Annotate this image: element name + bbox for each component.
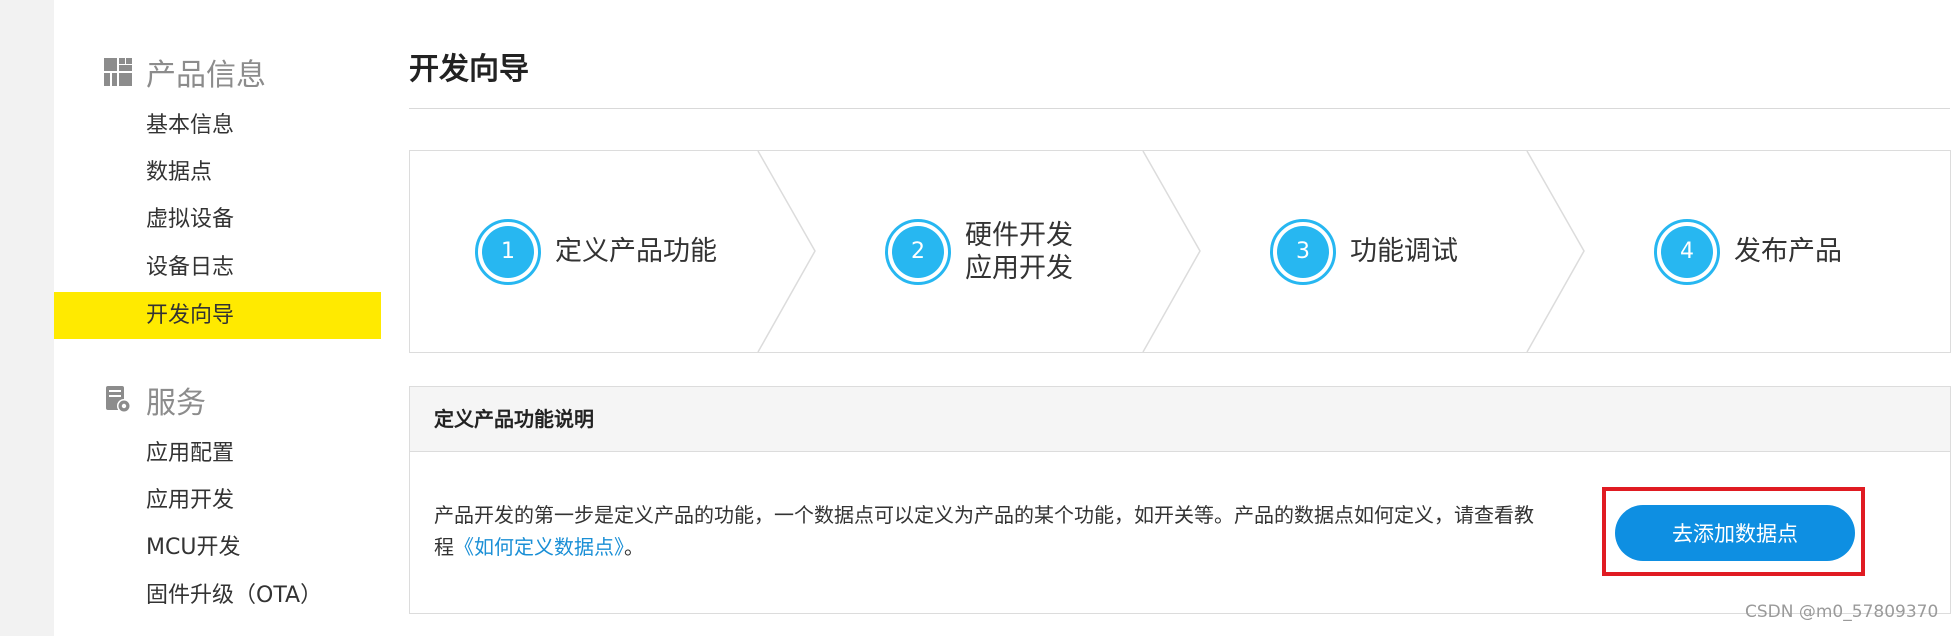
sidebar-item-ota[interactable]: 固件升级（OTA） xyxy=(54,572,381,619)
add-data-point-button[interactable]: 去添加数据点 xyxy=(1615,505,1855,561)
step-3[interactable]: 3 功能调试 xyxy=(1270,151,1458,352)
tutorial-link[interactable]: 《如何定义数据点》 xyxy=(454,535,624,559)
sidebar-item-app-dev[interactable]: 应用开发 xyxy=(54,477,381,524)
step-number-badge: 4 xyxy=(1654,218,1720,285)
step-label: 功能调试 xyxy=(1350,236,1458,267)
step-number-badge: 3 xyxy=(1270,218,1336,285)
step-label: 发布产品 xyxy=(1734,236,1842,267)
panel-description: 产品开发的第一步是定义产品的功能，一个数据点可以定义为产品的某个功能，如开关等。… xyxy=(434,503,1534,559)
step-label: 定义产品功能 xyxy=(555,236,717,267)
step-2[interactable]: 2 硬件开发 应用开发 xyxy=(885,151,1073,352)
step-label: 硬件开发 应用开发 xyxy=(965,219,1073,284)
step-number-badge: 1 xyxy=(475,218,541,285)
sidebar-item-virtual-device[interactable]: 虚拟设备 xyxy=(54,196,381,243)
step-4[interactable]: 4 发布产品 xyxy=(1654,151,1842,352)
sidebar: 产品信息 基本信息 数据点 虚拟设备 设备日志 开发向导 服务 应用配置 应用开… xyxy=(54,0,382,636)
section-title-label: 产品信息 xyxy=(146,58,266,93)
sidebar-item-data-points[interactable]: 数据点 xyxy=(54,149,381,196)
step-number-badge: 2 xyxy=(885,218,951,285)
divider xyxy=(409,108,1950,109)
dashboard-icon xyxy=(104,58,132,86)
sidebar-item-dev-guide[interactable]: 开发向导 xyxy=(54,292,381,339)
panel-title: 定义产品功能说明 xyxy=(410,387,1950,452)
section-title-label: 服务 xyxy=(146,386,206,421)
section-services: 服务 xyxy=(104,378,206,422)
section-product-info: 产品信息 xyxy=(104,50,266,94)
watermark: CSDN @m0_57809370 xyxy=(1745,602,1939,622)
sidebar-item-device-log[interactable]: 设备日志 xyxy=(54,244,381,291)
sidebar-item-basic-info[interactable]: 基本信息 xyxy=(54,102,381,149)
sidebar-item-app-config[interactable]: 应用配置 xyxy=(54,430,381,477)
page-title: 开发向导 xyxy=(409,52,529,87)
step-1[interactable]: 1 定义产品功能 xyxy=(475,151,717,352)
service-settings-icon xyxy=(104,386,132,414)
sidebar-item-mcu-dev[interactable]: MCU开发 xyxy=(54,524,381,571)
progress-stepper: 1 定义产品功能 2 硬件开发 应用开发 3 功能调试 4 发布产品 xyxy=(409,150,1951,353)
